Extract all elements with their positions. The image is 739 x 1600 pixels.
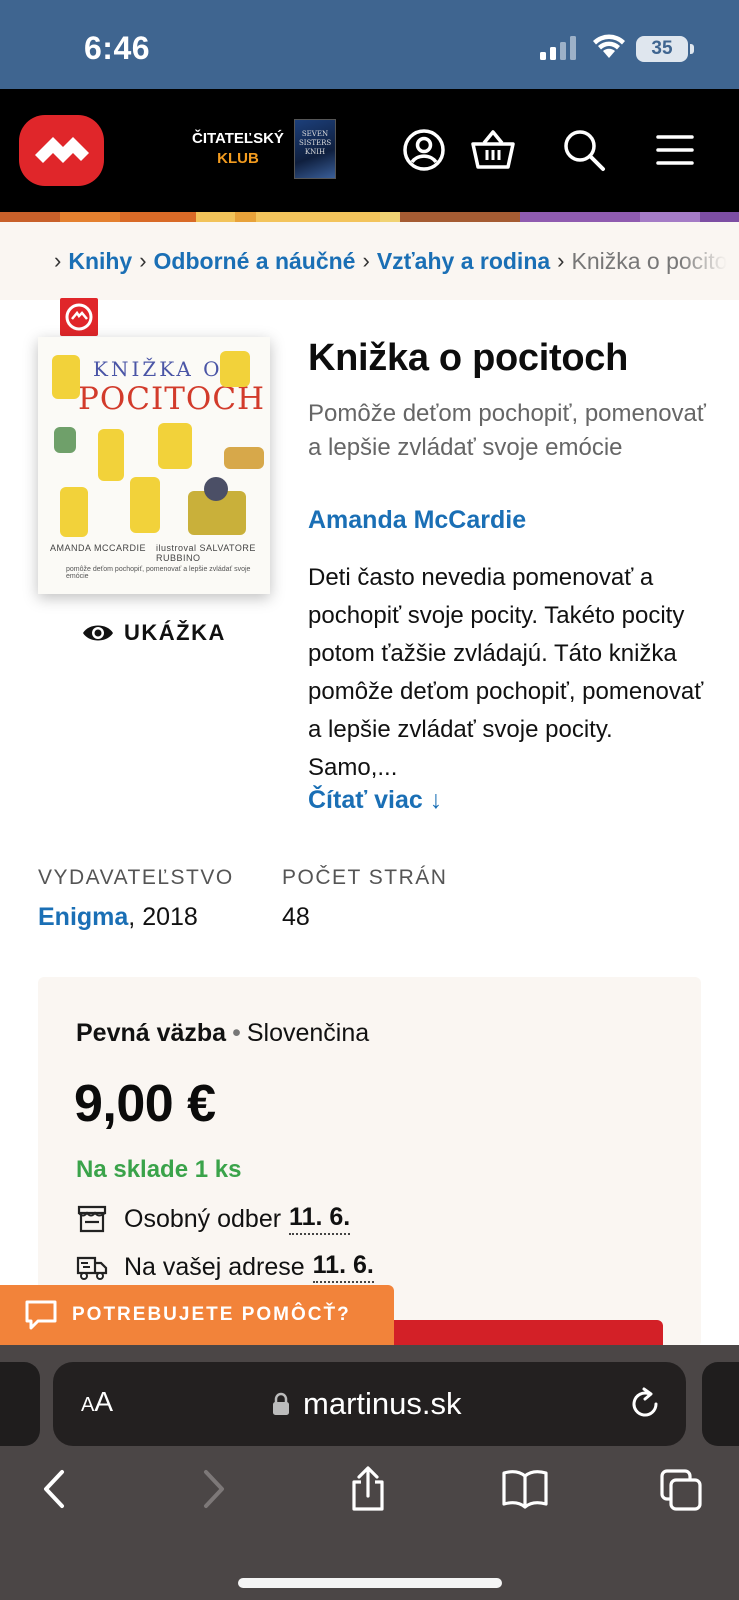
- delivery-label: Na vašej adrese: [124, 1252, 305, 1281]
- cover-illustration: [54, 427, 76, 453]
- publish-year: , 2018: [128, 903, 198, 931]
- club-label-line1: ČITATEĽSKÝ: [192, 130, 284, 147]
- lock-icon: [273, 1392, 289, 1415]
- read-more-link[interactable]: Čítať viac ↓: [308, 786, 442, 815]
- cover-illustration: [224, 447, 264, 469]
- eye-icon: [83, 625, 113, 641]
- reader-settings-button[interactable]: AA: [81, 1386, 113, 1418]
- stock-status: Na sklade 1 ks: [76, 1156, 242, 1183]
- language: Slovenčina: [246, 1019, 370, 1047]
- reader-club-link[interactable]: ČITATEĽSKÝ KLUB: [192, 129, 284, 169]
- product-description: Deti často nevedia pomenovať a pochopiť …: [308, 564, 704, 781]
- page-count-label: POČET STRÁN: [282, 866, 448, 889]
- sample-preview-button[interactable]: UKÁŽKA: [82, 620, 226, 646]
- wifi-icon: [593, 34, 625, 58]
- delivery-truck-icon: [76, 1256, 108, 1280]
- cellular-signal-icon: [540, 36, 576, 60]
- cover-illustrator: ilustroval SALVATORE RUBBINO: [156, 543, 256, 563]
- address-bar[interactable]: AA martinus.sk: [53, 1362, 686, 1446]
- cover-illustration: [130, 477, 160, 533]
- share-icon[interactable]: [348, 1466, 388, 1512]
- club-book-text: SEVEN SISTERS KNIH: [299, 130, 332, 156]
- chevron-right-icon: ›: [54, 248, 62, 273]
- breadcrumb: › Knihy › Odborné a náučné › Vzťahy a ro…: [0, 222, 739, 300]
- publisher-label: VYDAVATEĽSTVO: [38, 866, 234, 889]
- sample-label: UKÁŽKA: [124, 620, 226, 645]
- next-tab-preview[interactable]: [702, 1362, 739, 1446]
- menu-icon[interactable]: [654, 127, 700, 173]
- cover-illustration: [98, 429, 124, 481]
- chevron-right-icon: ›: [139, 248, 147, 273]
- site-header: ČITATEĽSKÝ KLUB SEVEN SISTERS KNIH: [0, 89, 739, 212]
- decorative-color-stripe: [0, 212, 739, 222]
- breadcrumb-item-vztahy[interactable]: Vzťahy a rodina: [377, 248, 550, 275]
- cover-illustration: [204, 477, 228, 501]
- cover-title-line1: KNIŽKA O: [93, 357, 223, 381]
- logo-mark-icon: [35, 137, 89, 163]
- club-label-line2: KLUB: [217, 150, 259, 167]
- status-bar: 6:46 35: [0, 0, 739, 89]
- binding-language: Pevná väzba • Slovenčina: [76, 1019, 369, 1048]
- cover-illustration: [60, 487, 88, 537]
- help-button[interactable]: POTREBUJETE POMÔCŤ?: [0, 1285, 394, 1345]
- bookmarks-icon[interactable]: [501, 1466, 549, 1512]
- martinus-logo[interactable]: [19, 115, 104, 186]
- delivery-date[interactable]: 11. 6.: [312, 1251, 374, 1283]
- separator-dot: •: [232, 1019, 241, 1047]
- book-cover-image[interactable]: KNIŽKA O POCITOCH AMANDA MCCARDIE ilustr…: [38, 337, 270, 594]
- basket-icon[interactable]: [470, 127, 516, 173]
- product-title: Knižka o pocitoch: [308, 337, 629, 379]
- breadcrumb-item-odborne[interactable]: Odborné a náučné: [154, 248, 356, 275]
- cover-subtitle: pomôže deťom pochopiť, pomenovať a lepši…: [66, 566, 251, 580]
- reload-icon[interactable]: [627, 1386, 663, 1422]
- martinus-badge-icon: [60, 298, 98, 336]
- chevron-right-icon: ›: [362, 248, 370, 273]
- account-icon[interactable]: [401, 127, 447, 173]
- chat-bubble-icon: [25, 1300, 57, 1330]
- price: 9,00 €: [74, 1075, 216, 1133]
- aa-small: A: [81, 1394, 95, 1416]
- browser-toolbar: AA martinus.sk: [0, 1345, 739, 1600]
- publisher-value: Enigma, 2018: [38, 903, 198, 932]
- cover-illustration: [220, 351, 250, 387]
- battery-indicator: 35: [636, 36, 694, 62]
- publisher-link[interactable]: Enigma: [38, 903, 128, 931]
- page-count-value: 48: [282, 903, 310, 931]
- pickup-row: Osobný odber 11. 6.: [76, 1203, 351, 1235]
- aa-large: A: [94, 1386, 114, 1417]
- breadcrumb-item-knihy[interactable]: Knihy: [68, 248, 132, 275]
- back-icon[interactable]: [40, 1466, 70, 1512]
- help-label: POTREBUJETE POMÔCŤ?: [72, 1304, 351, 1325]
- binding-type: Pevná väzba: [76, 1019, 227, 1047]
- cover-illustration: [158, 423, 192, 469]
- home-delivery-row: Na vašej adrese 11. 6.: [76, 1251, 374, 1283]
- pickup-date[interactable]: 11. 6.: [289, 1203, 351, 1235]
- club-book-thumbnail[interactable]: SEVEN SISTERS KNIH: [294, 119, 336, 179]
- status-time: 6:46: [84, 30, 151, 66]
- forward-icon[interactable]: [198, 1466, 228, 1512]
- home-indicator: [238, 1578, 502, 1588]
- breadcrumb-fade: [679, 222, 739, 300]
- pickup-label: Osobný odber: [124, 1204, 282, 1233]
- tabs-icon[interactable]: [659, 1466, 703, 1512]
- author-link[interactable]: Amanda McCardie: [308, 506, 526, 535]
- product-subtitle: Pomôže deťom pochopiť, pomenovať a lepši…: [308, 400, 706, 461]
- url-text: martinus.sk: [303, 1386, 462, 1421]
- chevron-right-icon: ›: [557, 248, 565, 273]
- search-icon[interactable]: [561, 127, 607, 173]
- previous-tab-preview[interactable]: [0, 1362, 40, 1446]
- store-icon: [77, 1205, 107, 1233]
- cover-illustration: [52, 355, 80, 399]
- cover-author: AMANDA MCCARDIE: [50, 543, 147, 553]
